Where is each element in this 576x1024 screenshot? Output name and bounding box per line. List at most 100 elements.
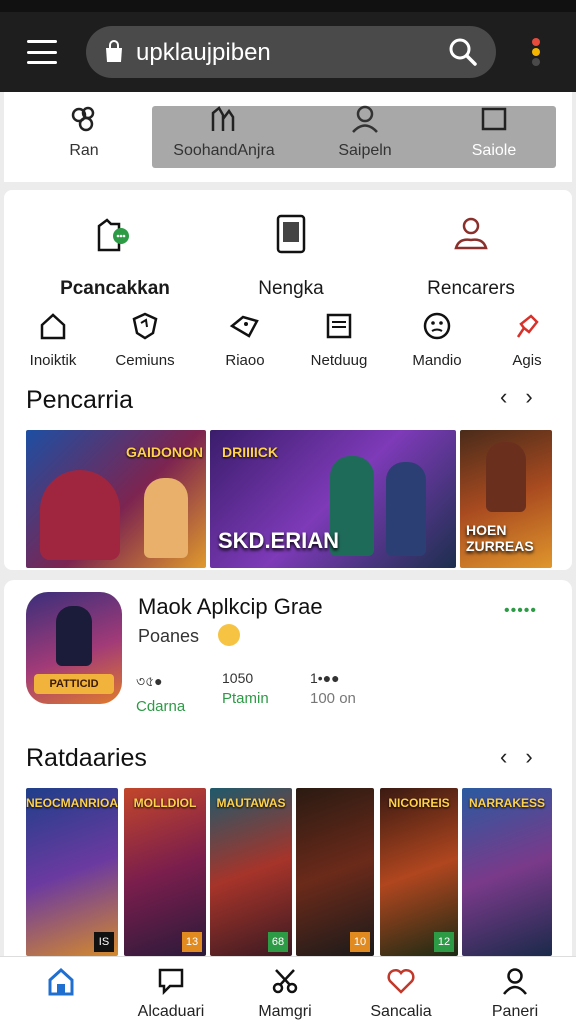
carousel-arrows: ‹ › <box>482 744 533 770</box>
category-label: Inoiktik <box>29 352 77 369</box>
chat-bubble-icon <box>116 965 226 997</box>
feature-pcancakkan[interactable]: Pcancakkan <box>30 212 200 300</box>
thumbnail-title: MAUTAWAS <box>216 796 286 810</box>
feature-label: Rencarers <box>427 278 515 299</box>
game-thumbnail[interactable]: NEOCMANRIOAL IS <box>26 788 118 956</box>
cluster-icon <box>28 104 140 134</box>
category-agis[interactable]: Agis <box>482 310 572 369</box>
nav-home[interactable] <box>6 965 116 1003</box>
person-hand-icon <box>386 212 556 256</box>
thumbnail-badge: 13 <box>182 932 202 952</box>
banner-card[interactable]: GAIDONON <box>26 430 206 568</box>
tab-ran[interactable]: Ran <box>28 104 140 168</box>
square-icon <box>434 104 554 134</box>
feature-label: Nengka <box>258 278 324 299</box>
tab-saiole[interactable]: Saiole <box>434 104 554 168</box>
tablet-icon <box>206 212 376 256</box>
thumbnail-title: NICOIREIS <box>388 796 450 810</box>
category-inoiktik[interactable]: Inoiktik <box>8 310 98 369</box>
more-options-icon[interactable]: ••••• <box>504 602 537 620</box>
game-thumbnail[interactable]: 10 <box>296 788 374 956</box>
search-icon[interactable] <box>448 37 478 72</box>
feature-rencarers[interactable]: Rencarers <box>386 212 556 300</box>
feature-nengka[interactable]: Nengka <box>206 212 376 300</box>
feature-label: Pcancakkan <box>60 278 170 299</box>
overflow-menu-icon[interactable] <box>532 38 542 66</box>
thumbnail-badge: IS <box>94 932 114 952</box>
stat-value: ৩৫● <box>136 673 163 689</box>
thumbnail-badge: 12 <box>434 932 454 952</box>
thumbnail-title: MOLLDIOL <box>133 796 197 810</box>
chevron-right-icon[interactable]: › <box>525 384 532 410</box>
category-label: Riaoo <box>225 352 265 369</box>
banner-card[interactable]: HOEN ZURREAS <box>460 430 552 568</box>
app-name[interactable]: Maok Aplkcip Grae <box>138 594 323 620</box>
tag-icon <box>200 310 290 342</box>
stat-label: 100 on <box>310 690 356 707</box>
shopping-bag-icon <box>104 40 124 69</box>
shield-icon <box>100 310 190 342</box>
stat-value: 1050 <box>222 670 254 686</box>
stat-label: Cdarna <box>136 698 186 715</box>
category-cemiuns[interactable]: Cemiuns <box>100 310 190 369</box>
stat-item: 1•●● 100 on <box>310 670 356 707</box>
pin-icon <box>482 310 572 342</box>
app-icon[interactable]: PATTICID <box>26 592 122 704</box>
stat-item: 1050 Ptamin <box>222 670 269 707</box>
status-bar <box>0 0 576 12</box>
game-thumbnail[interactable]: MAUTAWAS 68 <box>210 788 292 956</box>
document-icon <box>294 310 384 342</box>
app-bar: upklaujpiben <box>0 12 576 92</box>
tab-label: Ran <box>69 142 99 159</box>
emoji-icon <box>218 624 240 646</box>
bottom-navigation: Alcaduari Mamgri Sancalia Paneri <box>0 956 576 1024</box>
section-title: Pencarria <box>26 386 133 414</box>
stat-label: Ptamin <box>222 690 269 707</box>
banner-card[interactable]: DRIIIICK SKD.ERIAN <box>210 430 456 568</box>
category-mandio[interactable]: Mandio <box>392 310 482 369</box>
app-subtitle: Poanes <box>138 626 200 646</box>
nav-sancalia[interactable]: Sancalia <box>346 965 456 1021</box>
character-art <box>386 462 426 556</box>
search-bar[interactable]: upklaujpiben <box>86 26 496 78</box>
category-label: Netduug <box>310 352 368 369</box>
chevron-right-icon[interactable]: › <box>525 744 532 770</box>
banner-caption: SKD.ERIAN <box>218 528 340 553</box>
profile-icon <box>460 965 570 997</box>
chat-share-icon <box>30 212 200 256</box>
carousel-arrows: ‹ › <box>482 384 533 410</box>
category-label: Agis <box>512 352 542 369</box>
game-thumbnail[interactable]: NARRAKESS <box>462 788 552 956</box>
nav-mamgri[interactable]: Mamgri <box>230 965 340 1021</box>
category-riaoo[interactable]: Riaoo <box>200 310 290 369</box>
banner-tag: DRIIIICK <box>222 444 278 460</box>
chevron-left-icon[interactable]: ‹ <box>500 744 507 770</box>
nav-label: Mamgri <box>258 1003 312 1020</box>
nav-alcaduari[interactable]: Alcaduari <box>116 965 226 1021</box>
nav-paneri[interactable]: Paneri <box>460 965 570 1021</box>
top-tabs: Ran SoohandAnjra Saipeln Saiole <box>4 92 572 182</box>
game-thumbnail[interactable]: NICOIREIS 12 <box>380 788 458 956</box>
section-title: Ratdaaries <box>26 744 147 772</box>
character-art <box>40 470 120 560</box>
tab-soohandanjra[interactable]: SoohandAnjra <box>156 104 292 168</box>
search-input[interactable]: upklaujpiben <box>136 39 271 67</box>
tab-label: Saipeln <box>338 142 392 159</box>
home-icon <box>6 965 116 997</box>
stat-item: ৩৫● Cdarna <box>136 670 185 715</box>
chart-icon <box>156 104 292 134</box>
menu-button[interactable] <box>22 38 62 66</box>
thumbnail-badge: 68 <box>268 932 288 952</box>
chevron-left-icon[interactable]: ‹ <box>500 384 507 410</box>
tab-saipeln[interactable]: Saipeln <box>300 104 430 168</box>
category-label: Mandio <box>412 352 462 369</box>
home-icon <box>8 310 98 342</box>
game-thumbnail[interactable]: MOLLDIOL 13 <box>124 788 206 956</box>
tab-label: Saiole <box>471 142 517 159</box>
thumbnail-badge: 10 <box>350 932 370 952</box>
app-icon-label: PATTICID <box>34 674 114 694</box>
discover-card: Pcancakkan Nengka Rencarers Inoiktik Cem… <box>4 190 572 570</box>
thumbnail-title: NARRAKESS <box>468 796 545 810</box>
category-netduug[interactable]: Netduug <box>294 310 384 369</box>
banner-caption: HOEN ZURREAS <box>466 522 534 554</box>
